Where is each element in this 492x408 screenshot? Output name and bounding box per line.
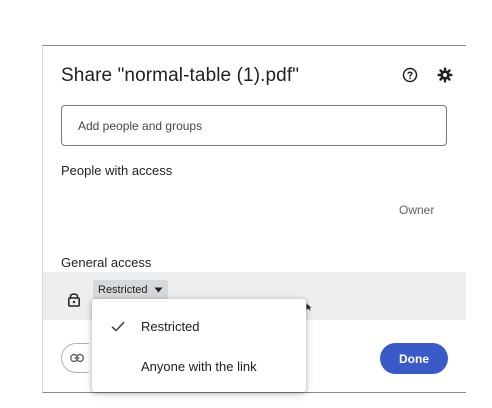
access-level-dropdown[interactable]: Restricted [93,280,168,300]
check-slot [92,321,141,332]
menu-option-anyone-with-link[interactable]: Anyone with the link [92,346,306,386]
gear-icon[interactable] [437,67,453,83]
help-circle-icon[interactable] [402,67,418,83]
menu-option-label: Restricted [141,318,200,334]
dialog-title: Share "normal-table (1).pdf" [61,65,300,86]
link-icon [70,353,84,363]
add-people-input[interactable]: Add people and groups [61,105,447,146]
lock-icon [68,293,80,307]
people-with-access-heading: People with access [61,163,173,178]
menu-option-restricted[interactable]: Restricted [92,306,306,346]
caret-down-icon [154,287,163,293]
menu-option-label: Anyone with the link [141,358,257,374]
page-canvas: Share "normal-table (1).pdf" Add people … [0,0,492,408]
access-dropdown-menu: Restricted Anyone with the link [92,299,306,392]
done-button[interactable]: Done [380,343,448,374]
general-access-heading: General access [61,255,152,270]
copy-link-button[interactable] [61,343,89,373]
access-level-value: Restricted [98,284,148,296]
add-people-placeholder: Add people and groups [78,118,203,133]
mouse-cursor-icon [306,303,312,311]
owner-role-label: Owner [399,203,435,217]
check-icon [111,321,125,332]
